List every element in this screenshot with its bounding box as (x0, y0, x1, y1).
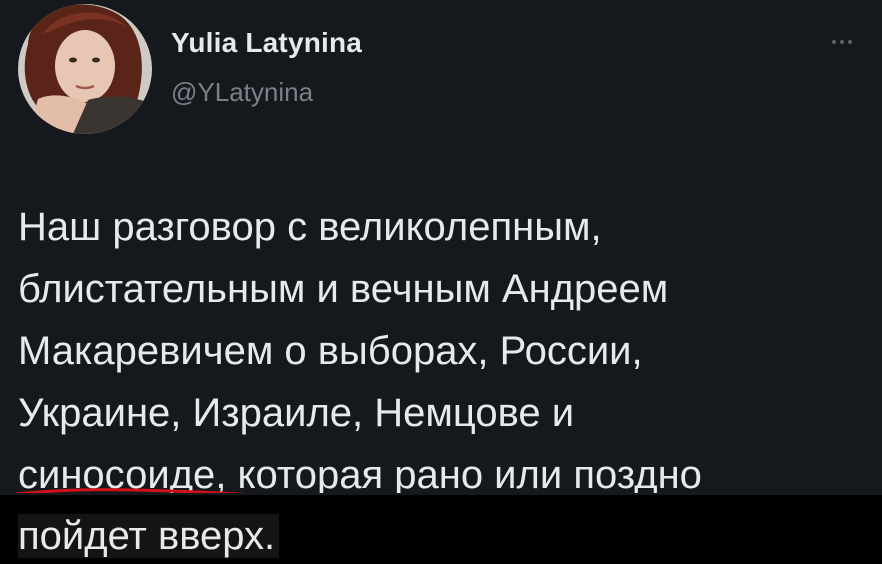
tweet-line: Украине, Израиле, Немцове и (18, 391, 575, 435)
tweet-line-last-text: пойдет вверх. (18, 514, 280, 558)
author-name[interactable]: Yulia Latynina (171, 27, 362, 59)
tweet-line: блистательным и вечным Андреем (18, 267, 669, 311)
divider (0, 493, 882, 495)
tweet-text: Наш разговор с великолепным, блистательн… (18, 196, 878, 506)
tweet-line-last: пойдет вверх. (18, 512, 280, 560)
tweet-line-rest: , которая рано или поздно (215, 453, 702, 497)
author-avatar[interactable] (18, 4, 152, 134)
tweet-line: Наш разговор с великолепным, (18, 205, 602, 249)
tweet-line: Макаревичем о выборах, России, (18, 329, 643, 373)
author-handle[interactable]: @YLatynina (171, 77, 313, 108)
tweet-card: Yulia Latynina @YLatynina Наш разговор с… (0, 0, 882, 564)
avatar-photo (18, 4, 152, 134)
more-horizontal-icon[interactable] (826, 32, 858, 52)
